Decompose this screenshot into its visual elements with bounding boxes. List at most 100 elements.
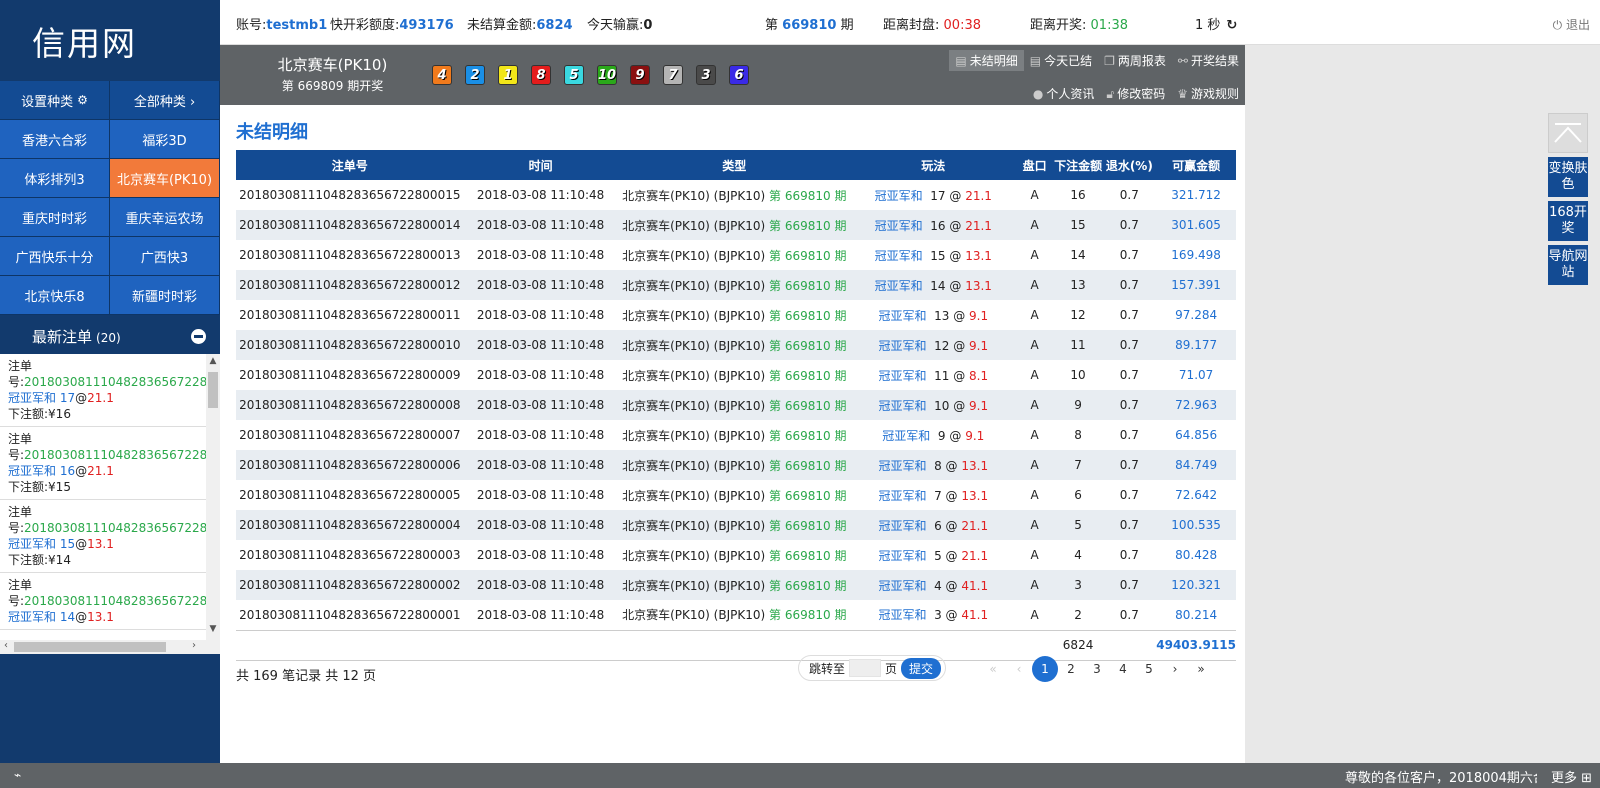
game-xjssc[interactable]: 新疆时时彩	[110, 276, 220, 315]
play-odds: 21.1	[965, 188, 992, 203]
period-text: 第 669810 期	[769, 308, 847, 323]
bet-type: 北京赛车(PK10) (BJPK10) 第 669810 期	[617, 510, 851, 540]
bet-play: 冠亚军和 12 @ 9.1	[850, 330, 1016, 360]
bet-pan: A	[1030, 188, 1039, 202]
bet-no: 20180308111048283656722800004	[236, 510, 464, 540]
nav-sites-button[interactable]: 导航网站	[1548, 245, 1588, 285]
table-row: 20180308111048283656722800006 2018-03-08 …	[236, 450, 1236, 480]
bet-amount: 16	[1070, 188, 1086, 202]
scroll-left-icon[interactable]: ‹	[4, 640, 8, 651]
jump-page-input[interactable]	[849, 659, 882, 677]
bet-type: 北京赛车(PK10) (BJPK10) 第 669810 期	[618, 360, 851, 390]
bet-play: 冠亚军和 14 @ 13.1	[850, 270, 1016, 300]
game-gxk3[interactable]: 广西快3	[110, 237, 220, 276]
bet-rebate: 0.7	[1119, 548, 1139, 562]
collapse-icon[interactable]	[191, 328, 206, 344]
jump-submit-button[interactable]: 提交	[901, 657, 942, 679]
set-type-button[interactable]: 设置种类 ⚙	[0, 81, 110, 120]
rss-icon[interactable]: ⌁	[14, 768, 21, 782]
hscroll-thumb[interactable]	[14, 642, 166, 652]
change-skin-button[interactable]: 变换肤色	[1548, 157, 1588, 197]
refresh-icon[interactable]: ↻	[1226, 18, 1237, 33]
bet-play: 冠亚军和 10 @ 9.1	[850, 390, 1016, 420]
nav-today-settled[interactable]: ▤ 今天已结	[1024, 50, 1098, 71]
nav-draw-results[interactable]: ⚯ 开奖结果	[1172, 50, 1245, 71]
game-fc3d[interactable]: 福彩3D	[110, 120, 220, 159]
right-gutter	[1245, 45, 1600, 763]
page-link[interactable]: 5	[1136, 656, 1162, 682]
top-bar: 账号:testmb1 快开彩额度:493176 未结算金额:6824 今天输赢:…	[220, 0, 1600, 45]
col-pan: 盘口	[1015, 150, 1054, 180]
table-row: 20180308111048283656722800008 2018-03-08 …	[236, 390, 1236, 420]
nav-two-week-report[interactable]: ❐ 两周报表	[1098, 50, 1172, 71]
page-link[interactable]: 2	[1058, 656, 1084, 682]
page-link[interactable]: 4	[1110, 656, 1136, 682]
game-cq-farm[interactable]: 重庆幸运农场	[110, 198, 220, 237]
bet-type: 北京赛车(PK10) (BJPK10) 第 669810 期	[617, 330, 851, 360]
nav-game-rules[interactable]: ♛ 游戏规则	[1171, 83, 1245, 104]
last-page-icon[interactable]: »	[1188, 656, 1214, 682]
play-text: 冠亚军和	[874, 248, 923, 263]
unsettled-value: 6824	[536, 18, 573, 33]
draw-168-button[interactable]: 168开奖	[1548, 201, 1588, 241]
bet-play: 冠亚军和 3 @ 41.1	[851, 600, 1016, 630]
nav-label: 开奖结果	[1190, 54, 1239, 68]
result-ball: 6	[729, 65, 749, 85]
scroll-down-icon[interactable]: ▼	[206, 624, 220, 638]
first-page-icon[interactable]: «	[980, 656, 1006, 682]
bet-amount-label: 下注额:	[8, 553, 49, 567]
today-value: 0	[643, 18, 653, 33]
vertical-scrollbar[interactable]: ▲ ▼	[206, 354, 220, 640]
page-link[interactable]: 3	[1084, 656, 1110, 682]
all-types-button[interactable]: 全部种类 ›	[110, 81, 220, 120]
bet-win: 97.284	[1175, 308, 1218, 322]
play-text: 冠亚军和	[874, 218, 923, 233]
open-label: 距离开奖:	[1030, 18, 1087, 33]
page-link[interactable]: 1	[1032, 656, 1058, 682]
scroll-up-icon[interactable]: ▲	[206, 356, 220, 370]
nav-profile[interactable]: ● 个人资讯	[1027, 83, 1101, 104]
bet-pan: A	[1015, 570, 1054, 600]
nav-change-password[interactable]: 🔓︎ 修改密码	[1100, 83, 1171, 104]
prev-page-icon[interactable]: ‹	[1006, 656, 1032, 682]
nav-unsettled[interactable]: ▤ 未结明细	[949, 50, 1024, 71]
quota-info: 快开彩额度:493176	[330, 14, 454, 33]
more-button[interactable]: 更多 ⊞	[1551, 767, 1592, 786]
bet-type: 北京赛车(PK10) (BJPK10) 第 669810 期	[617, 570, 851, 600]
game-grid: 设置种类 ⚙ 全部种类 › 香港六合彩 福彩3D 体彩排列3 北京赛车(PK10)…	[0, 81, 220, 315]
bet-win: 72.963	[1156, 390, 1236, 420]
bet-no: 2018030811104828365672280	[24, 521, 206, 535]
bet-amount: 12	[1070, 308, 1086, 322]
scroll-thumb[interactable]	[208, 372, 218, 408]
game-bjpk10[interactable]: 北京赛车(PK10)	[110, 159, 220, 198]
col-amount: 下注金额	[1053, 150, 1103, 180]
bet-amount: 7	[1053, 450, 1103, 480]
bet-play: 冠亚军和 4 @ 41.1	[850, 570, 1016, 600]
game-gx-klsf[interactable]: 广西快乐十分	[0, 237, 110, 276]
next-page-icon[interactable]: ›	[1162, 656, 1188, 682]
copy-icon: ❐	[1104, 54, 1115, 68]
bet-play: 冠亚军和	[8, 610, 57, 624]
scroll-right-icon[interactable]: ›	[192, 640, 196, 651]
bet-rebate: 0.7	[1119, 488, 1139, 502]
bet-type: 北京赛车(PK10) (BJPK10) 第 669810 期	[617, 270, 851, 300]
bet-no: 20180308111048283656722800009	[239, 368, 461, 382]
report-nav: ▤ 未结明细 ▤ 今天已结 ❐ 两周报表 ⚯ 开奖结果	[949, 50, 1245, 71]
logout-button[interactable]: ⏻ 退出	[1553, 16, 1590, 33]
quota-label: 快开彩额度:	[330, 18, 400, 33]
type-text: 北京赛车(PK10) (BJPK10)	[622, 278, 766, 293]
game-pl3[interactable]: 体彩排列3	[0, 159, 110, 198]
notice-marquee[interactable]: 尊敬的各位客户，2018004期六合彩	[1345, 767, 1537, 786]
bet-amount: ¥15	[48, 480, 71, 494]
game-bjkl8[interactable]: 北京快乐8	[0, 276, 110, 315]
refresh-timer[interactable]: 1 秒 ↻	[1195, 14, 1237, 33]
bet-odds: 13.1	[87, 610, 114, 624]
result-ball: 5	[564, 65, 584, 85]
back-to-top-button[interactable]	[1548, 113, 1588, 153]
bet-type: 北京赛车(PK10) (BJPK10) 第 669810 期	[618, 600, 851, 630]
bet-odds: 21.1	[87, 391, 114, 405]
horizontal-scrollbar[interactable]: ‹ ›	[0, 640, 220, 654]
game-cqssc[interactable]: 重庆时时彩	[0, 198, 110, 237]
result-ball: 4	[432, 65, 452, 85]
game-hk-mark-six[interactable]: 香港六合彩	[0, 120, 110, 159]
